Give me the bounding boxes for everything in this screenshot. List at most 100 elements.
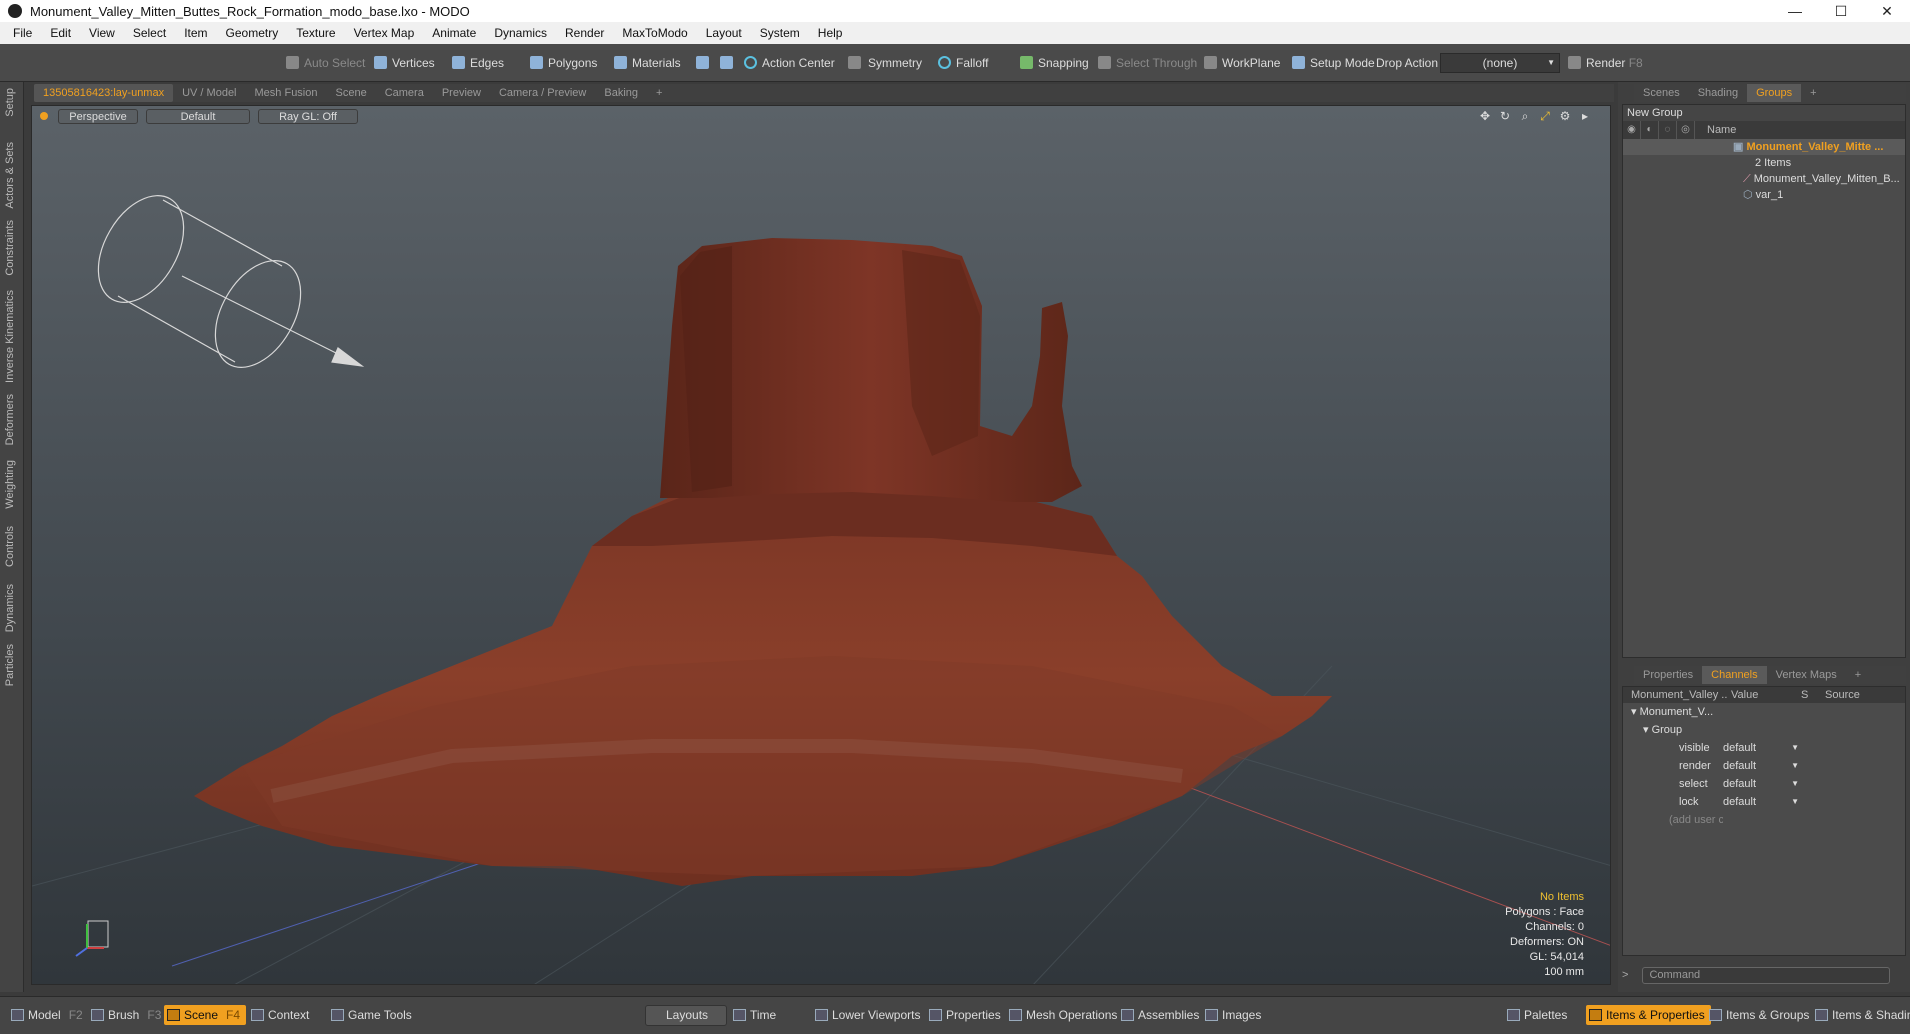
items-properties-button[interactable]: Items & Properties xyxy=(1586,1005,1711,1025)
auto-select-button[interactable]: Auto Select xyxy=(284,53,365,73)
mesh-operations-button[interactable]: Mesh Operations xyxy=(1006,1005,1117,1025)
menu-select[interactable]: Select xyxy=(124,22,175,44)
tab-actors-sets[interactable]: Actors & Sets xyxy=(4,142,16,209)
tab-inverse-kinematics[interactable]: Inverse Kinematics xyxy=(4,290,16,383)
game-tools-layout-button[interactable]: Game Tools xyxy=(328,1005,412,1025)
tab-groups[interactable]: Groups xyxy=(1747,84,1802,102)
maximize-button[interactable]: ☐ xyxy=(1818,0,1864,22)
palettes-button[interactable]: Palettes xyxy=(1504,1005,1567,1025)
select-mode-2-button[interactable] xyxy=(718,53,733,73)
menu-animate[interactable]: Animate xyxy=(423,22,485,44)
layouts-button[interactable]: Layouts xyxy=(648,1005,708,1025)
menu-render[interactable]: Render xyxy=(556,22,613,44)
menu-item[interactable]: Item xyxy=(175,22,216,44)
tab-baking[interactable]: Baking xyxy=(595,84,647,102)
tab-mesh-fusion[interactable]: Mesh Fusion xyxy=(246,84,327,102)
tab-camera[interactable]: Camera xyxy=(376,84,433,102)
polygons-button[interactable]: Polygons xyxy=(528,53,597,73)
time-button[interactable]: Time xyxy=(730,1005,776,1025)
snapping-button[interactable]: Snapping xyxy=(1018,53,1089,73)
lower-viewports-button[interactable]: Lower Viewports xyxy=(812,1005,921,1025)
drop-action-select[interactable]: (none) xyxy=(1440,53,1560,73)
visible-value-select[interactable]: default ▼ xyxy=(1723,739,1803,757)
properties-button[interactable]: Properties xyxy=(926,1005,1001,1025)
tab-constraints[interactable]: Constraints xyxy=(4,220,16,276)
materials-button[interactable]: Materials xyxy=(612,53,681,73)
channel-render-row: render default ▼ xyxy=(1623,757,1905,775)
tab-uv-model[interactable]: UV / Model xyxy=(173,84,245,102)
palettes-icon xyxy=(1507,1009,1520,1021)
tab-lay-unmax[interactable]: 13505816423:lay-unmax xyxy=(34,84,174,102)
tab-particles[interactable]: Particles xyxy=(4,644,16,686)
brush-layout-button[interactable]: Brush F3 xyxy=(88,1005,161,1025)
tab-scene[interactable]: Scene xyxy=(327,84,376,102)
tab-vertex-maps[interactable]: Vertex Maps xyxy=(1767,666,1846,684)
tab-scenes[interactable]: Scenes xyxy=(1634,84,1689,102)
falloff-button[interactable]: Falloff xyxy=(936,53,988,73)
render-button[interactable]: Render F8 xyxy=(1566,53,1643,73)
edges-button[interactable]: Edges xyxy=(450,53,504,73)
render-toggle-icon: ◐ xyxy=(1641,121,1659,139)
items-properties-icon xyxy=(1589,1009,1602,1021)
tab-dynamics[interactable]: Dynamics xyxy=(4,584,16,632)
group-child-mesh[interactable]: ⟋ Monument_Valley_Mitten_B... xyxy=(1623,171,1905,187)
workplane-button[interactable]: WorkPlane xyxy=(1202,53,1280,73)
command-input[interactable]: Command xyxy=(1642,966,1891,984)
context-icon xyxy=(251,1009,264,1021)
3d-viewport[interactable]: Perspective Default Ray GL: Off ✥ ↻ ⌕ ⤢ … xyxy=(31,105,1611,985)
tab-channels[interactable]: Channels xyxy=(1702,666,1767,684)
render-icon xyxy=(1568,56,1581,69)
channel-item-row[interactable]: ▾ Monument_V... xyxy=(1623,703,1905,721)
group-child-var[interactable]: ⬡ var_1 xyxy=(1623,187,1905,203)
menu-vertex-map[interactable]: Vertex Map xyxy=(345,22,424,44)
setup-mode-button[interactable]: Setup Mode xyxy=(1290,53,1375,73)
action-center-icon xyxy=(744,56,757,69)
add-user-channel-row[interactable]: (add user c... xyxy=(1623,811,1905,829)
menu-help[interactable]: Help xyxy=(809,22,852,44)
group-row-root[interactable]: ▣ Monument_Valley_Mitte ... xyxy=(1623,139,1905,155)
menu-dynamics[interactable]: Dynamics xyxy=(485,22,556,44)
tab-setup[interactable]: Setup xyxy=(4,88,16,117)
close-button[interactable]: ✕ xyxy=(1864,0,1910,22)
menu-file[interactable]: File xyxy=(4,22,41,44)
symmetry-button[interactable]: Symmetry xyxy=(846,53,922,73)
vertices-button[interactable]: Vertices xyxy=(372,53,435,73)
tab-properties[interactable]: Properties xyxy=(1634,666,1702,684)
items-shading-button[interactable]: Items & Shading xyxy=(1812,1005,1910,1025)
modo-logo-icon xyxy=(8,4,22,18)
menu-view[interactable]: View xyxy=(80,22,124,44)
menu-system[interactable]: System xyxy=(751,22,809,44)
select-through-button[interactable]: Select Through xyxy=(1096,53,1197,73)
images-button[interactable]: Images xyxy=(1202,1005,1261,1025)
tab-deformers[interactable]: Deformers xyxy=(4,394,16,445)
new-group-button[interactable]: New Group xyxy=(1623,105,1905,121)
render-value-select[interactable]: default ▼ xyxy=(1723,757,1803,775)
tab-camera-preview[interactable]: Camera / Preview xyxy=(490,84,595,102)
menu-texture[interactable]: Texture xyxy=(287,22,344,44)
assemblies-button[interactable]: Assemblies xyxy=(1118,1005,1199,1025)
tab-shading[interactable]: Shading xyxy=(1689,84,1747,102)
tab-preview[interactable]: Preview xyxy=(433,84,490,102)
tab-controls[interactable]: Controls xyxy=(4,526,16,567)
select-value-select[interactable]: default ▼ xyxy=(1723,775,1803,793)
scene-layout-button[interactable]: Scene F4 xyxy=(164,1005,247,1025)
context-layout-button[interactable]: Context xyxy=(248,1005,309,1025)
items-groups-button[interactable]: Items & Groups xyxy=(1706,1005,1809,1025)
select-mode-button[interactable] xyxy=(694,53,709,73)
add-tab-button[interactable]: + xyxy=(647,84,671,102)
menu-layout[interactable]: Layout xyxy=(697,22,751,44)
model-layout-button[interactable]: Model F2 xyxy=(8,1005,83,1025)
polygons-icon xyxy=(530,56,543,69)
minimize-button[interactable]: — xyxy=(1772,0,1818,22)
scene-tabs: Scenes Shading Groups + xyxy=(1634,84,1906,102)
lock-value-select[interactable]: default ▼ xyxy=(1723,793,1803,811)
menu-maxtomodo[interactable]: MaxToModo xyxy=(613,22,696,44)
action-center-button[interactable]: Action Center xyxy=(742,53,835,73)
eye-icon: ◉ xyxy=(1623,121,1641,139)
add-props-tab-button[interactable]: + xyxy=(1846,666,1870,684)
menu-edit[interactable]: Edit xyxy=(41,22,80,44)
tab-weighting[interactable]: Weighting xyxy=(4,460,16,509)
channel-group-row[interactable]: ▾ Group xyxy=(1623,721,1905,739)
menu-geometry[interactable]: Geometry xyxy=(217,22,288,44)
add-panel-tab-button[interactable]: + xyxy=(1801,84,1825,102)
